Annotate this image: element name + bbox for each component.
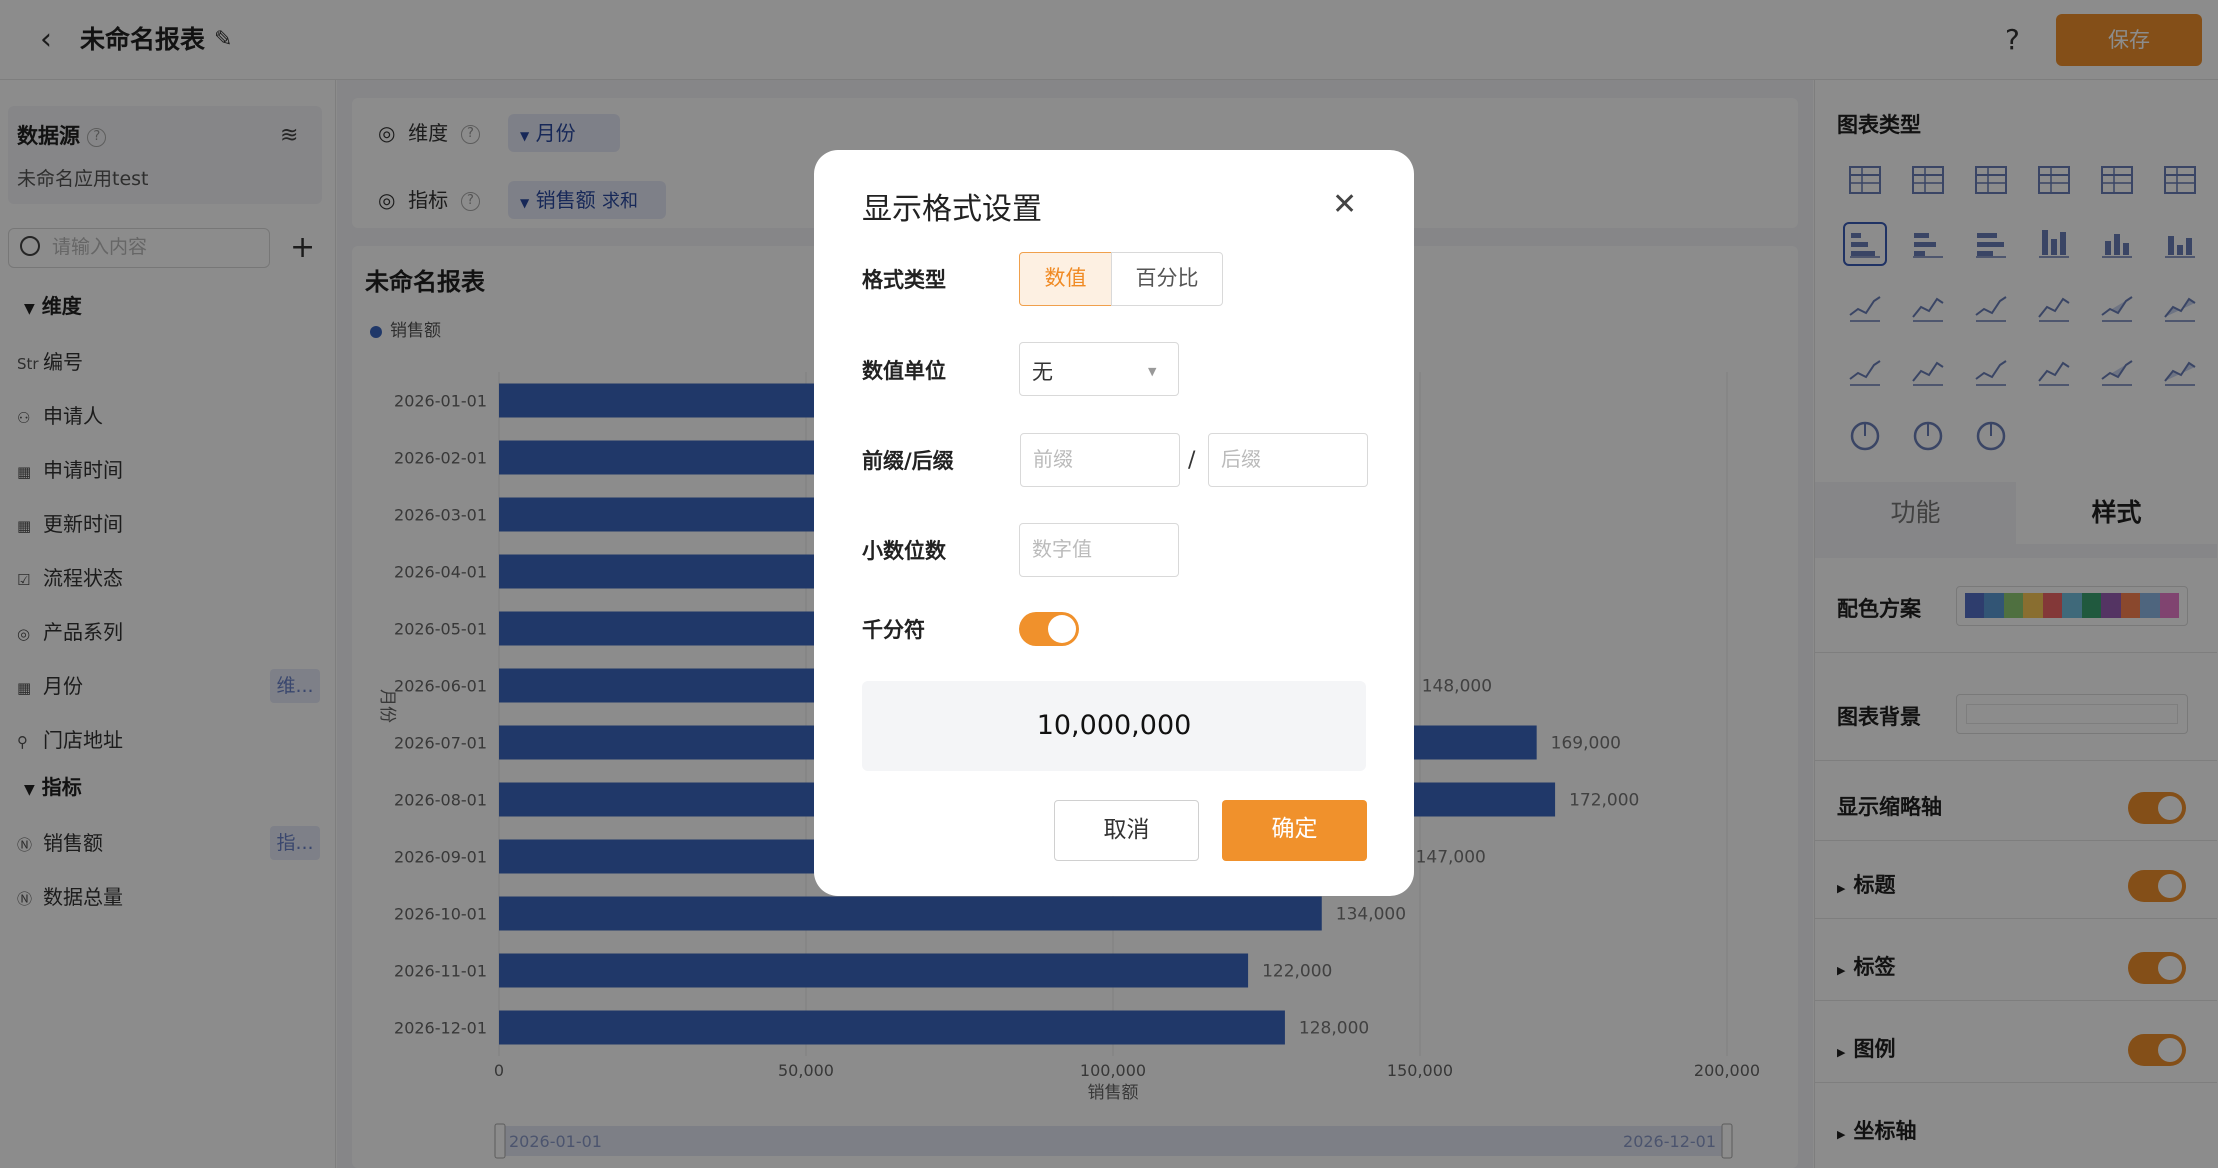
confirm-button[interactable]: 确定 (1222, 800, 1367, 861)
close-icon[interactable]: ✕ (1332, 188, 1357, 222)
prefix-input[interactable]: 前缀 (1020, 433, 1180, 487)
format-preview: 10,000,000 (862, 681, 1366, 771)
cancel-button[interactable]: 取消 (1054, 800, 1199, 861)
format-option-percent[interactable]: 百分比 (1111, 252, 1223, 306)
chevron-down-icon: ▼ (1148, 365, 1157, 378)
slash-separator: / (1188, 448, 1196, 473)
decimal-label: 小数位数 (862, 539, 946, 563)
prefix-suffix-label: 前缀/后缀 (862, 449, 954, 473)
decimal-input[interactable]: 数字值 (1019, 523, 1179, 577)
thousands-toggle[interactable] (1019, 612, 1079, 646)
dialog-title: 显示格式设置 (862, 192, 1042, 227)
unit-label: 数值单位 (862, 359, 946, 383)
unit-value: 无 (1032, 360, 1053, 384)
thousands-label: 千分符 (862, 618, 925, 642)
format-type-label: 格式类型 (862, 268, 946, 292)
format-option-number[interactable]: 数值 (1019, 252, 1112, 306)
suffix-input[interactable]: 后缀 (1208, 433, 1368, 487)
